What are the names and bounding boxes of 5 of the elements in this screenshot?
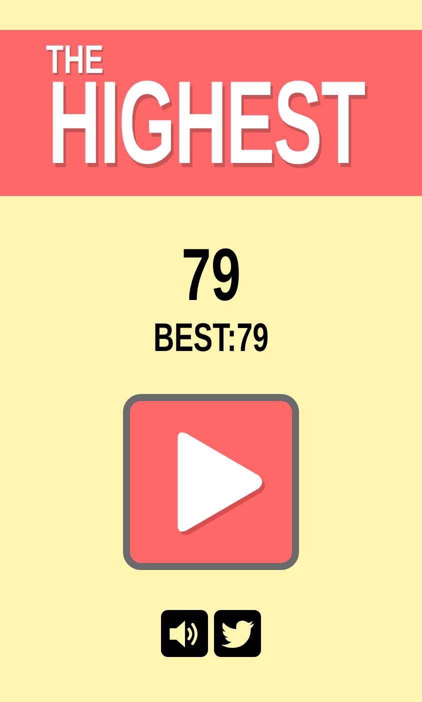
best-score: BEST:79 [153,318,269,358]
play-button[interactable] [123,394,299,570]
twitter-button[interactable] [214,610,261,657]
sound-button[interactable] [161,610,208,657]
score: 79 [181,238,241,312]
